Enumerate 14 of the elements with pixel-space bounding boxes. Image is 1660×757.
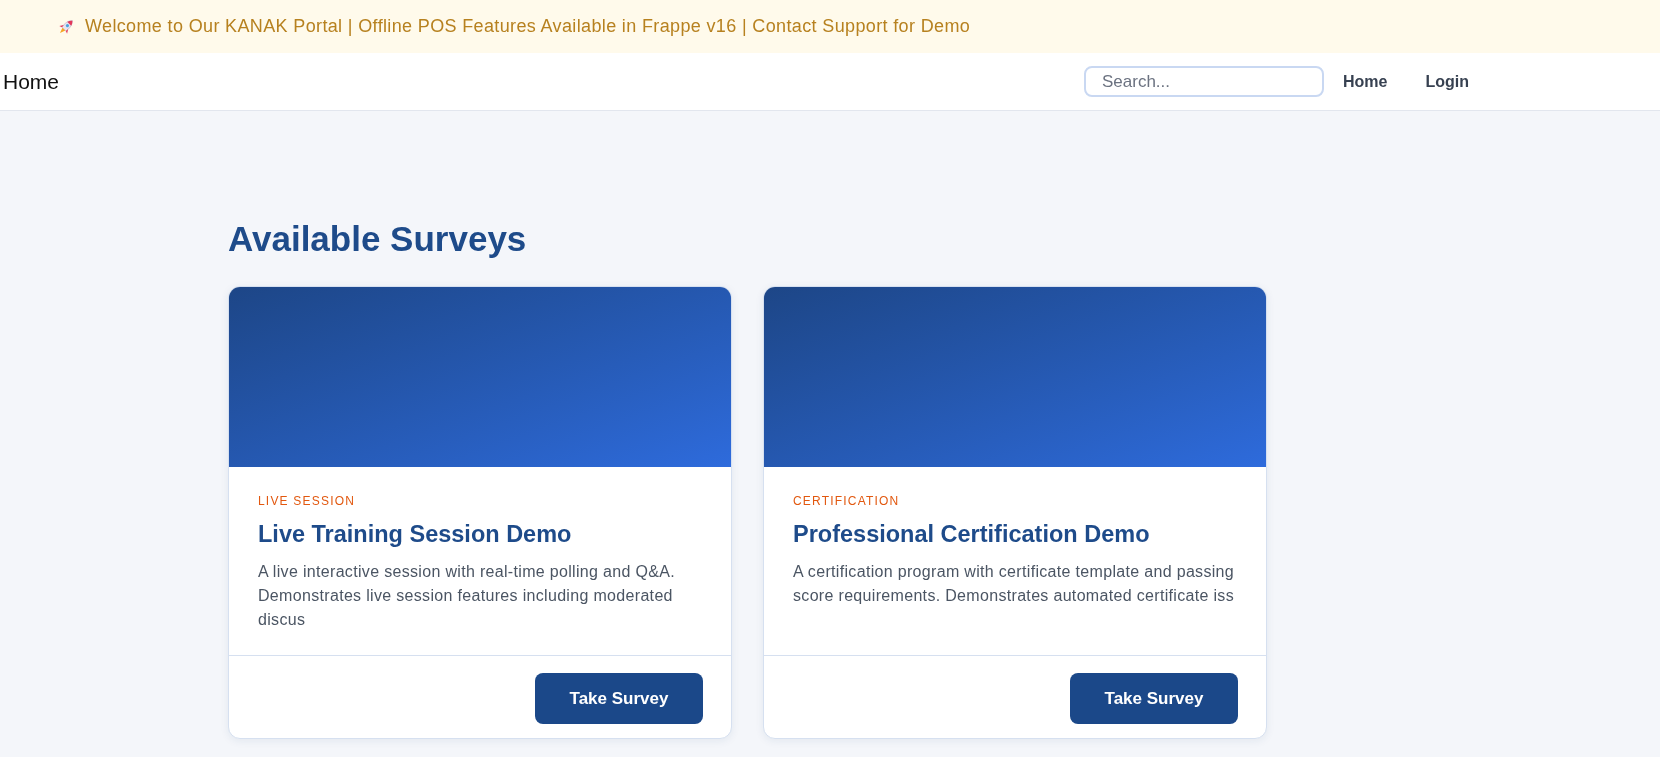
survey-description: A certification program with certificate template and passing score requirements. Demonstrates automated certificate iss <box>793 562 1236 606</box>
take-survey-button[interactable]: Take Survey <box>1070 673 1238 724</box>
survey-description: A live interactive session with real-time polling and Q&A. Demonstrates live session features including moderated discus <box>258 562 676 630</box>
nav-link[interactable]: Login <box>1406 63 1488 100</box>
search-field[interactable]: Search... <box>1084 66 1324 97</box>
nav-link[interactable]: Home <box>1324 63 1407 100</box>
survey-category: CERTIFICATION <box>793 493 900 509</box>
page-title: Available Surveys <box>228 218 527 260</box>
survey-category: LIVE SESSION <box>258 493 356 509</box>
survey-title: Professional Certification Demo <box>793 520 1150 549</box>
take-survey-button[interactable]: Take Survey <box>535 673 703 724</box>
survey-title: Live Training Session Demo <box>258 520 572 549</box>
brand-link[interactable]: Home <box>0 65 60 98</box>
announcement-text: Welcome to Our KANAK Portal | Offline POS Features Available in Frappe v16 | Contact Support for Demo <box>85 15 971 38</box>
